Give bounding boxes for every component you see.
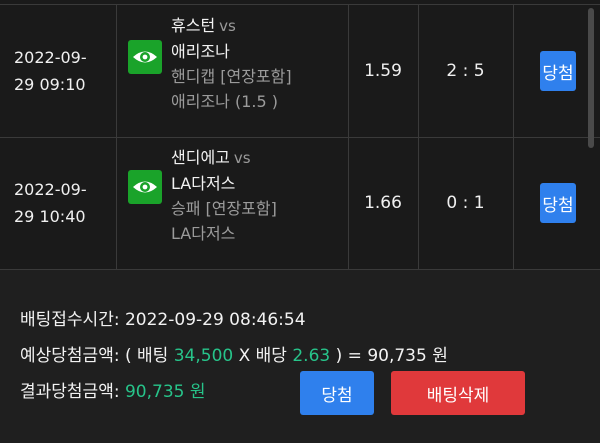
time-line: 29 10:40 — [14, 207, 86, 226]
scrollbar[interactable] — [588, 8, 594, 148]
bet-time-value: 2022-09-29 08:46:54 — [124, 310, 306, 330]
home-team: 휴스턴 — [171, 16, 216, 35]
result-badge[interactable]: 당첨 — [540, 183, 576, 223]
bet-row: 2022-09- 29 09:10 휴스턴 vs 애리조나 핸디캡 [연장포함] … — [0, 4, 600, 138]
bet-pick: 애리조나 (1.5 ) — [171, 92, 278, 111]
eye-icon — [133, 51, 157, 63]
date-line: 2022-09- — [14, 48, 87, 67]
result-badge[interactable]: 당첨 — [540, 51, 576, 91]
home-team: 샌디에고 — [171, 148, 230, 167]
total-odds-value: 2.63 — [292, 346, 331, 366]
view-match-button[interactable] — [128, 170, 162, 204]
bet-pick: LA다저스 — [171, 224, 236, 243]
odds-value: 1.66 — [364, 193, 402, 213]
expected-label: 예상당첨금액: — [20, 346, 120, 366]
eye-icon — [133, 181, 157, 193]
bet-summary: 배팅접수시간: 2022-09-29 08:46:54 예상당첨금액: ( 배팅… — [20, 302, 448, 410]
column-divider — [116, 137, 117, 269]
market-type: 핸디캡 [연장포함] — [171, 67, 292, 86]
match-datetime: 2022-09- 29 10:40 — [14, 137, 114, 269]
view-match-button[interactable] — [128, 40, 162, 74]
times-sign: X — [238, 346, 251, 366]
market-type: 승패 [연장포함] — [171, 199, 277, 218]
expected-amount-line: 예상당첨금액: ( 배팅 34,500 X 배당 2.63 ) = 90,735… — [20, 338, 448, 374]
stake-value: 34,500 — [173, 346, 234, 366]
column-divider — [513, 137, 514, 269]
bet-table: 2022-09- 29 09:10 휴스턴 vs 애리조나 핸디캡 [연장포함] … — [0, 0, 600, 270]
away-team: 애리조나 — [171, 42, 230, 61]
expected-open: ( 배팅 — [124, 346, 169, 366]
bet-time-label: 배팅접수시간: — [20, 310, 120, 330]
expected-close: ) = — [335, 346, 362, 366]
delete-bet-button[interactable]: 배팅삭제 — [391, 371, 525, 415]
vs-label: vs — [219, 17, 236, 35]
match-info: 샌디에고 vs LA다저스 승패 [연장포함] LA다저스 — [171, 145, 341, 246]
away-team: LA다저스 — [171, 174, 236, 193]
column-divider — [513, 5, 514, 137]
odds-label: 배당 — [255, 346, 287, 366]
column-divider — [116, 5, 117, 137]
date-line: 2022-09- — [14, 180, 87, 199]
odds-value: 1.59 — [364, 61, 402, 81]
result-amount-value: 90,735 원 — [124, 382, 206, 402]
time-line: 29 09:10 — [14, 75, 86, 94]
match-info: 휴스턴 vs 애리조나 핸디캡 [연장포함] 애리조나 (1.5 ) — [171, 13, 341, 114]
vs-label: vs — [233, 149, 251, 167]
expected-amount: 90,735 원 — [367, 346, 448, 366]
final-score: 2 : 5 — [446, 61, 485, 81]
final-score: 0 : 1 — [446, 193, 485, 213]
result-amount-label: 결과당첨금액: — [20, 382, 120, 402]
bet-row: 2022-09- 29 10:40 샌디에고 vs LA다저스 승패 [연장포함]… — [0, 137, 600, 270]
win-button[interactable]: 당첨 — [300, 371, 374, 415]
bet-time-line: 배팅접수시간: 2022-09-29 08:46:54 — [20, 302, 448, 338]
result-amount-line: 결과당첨금액: 90,735 원 — [20, 374, 448, 410]
match-datetime: 2022-09- 29 09:10 — [14, 5, 114, 137]
